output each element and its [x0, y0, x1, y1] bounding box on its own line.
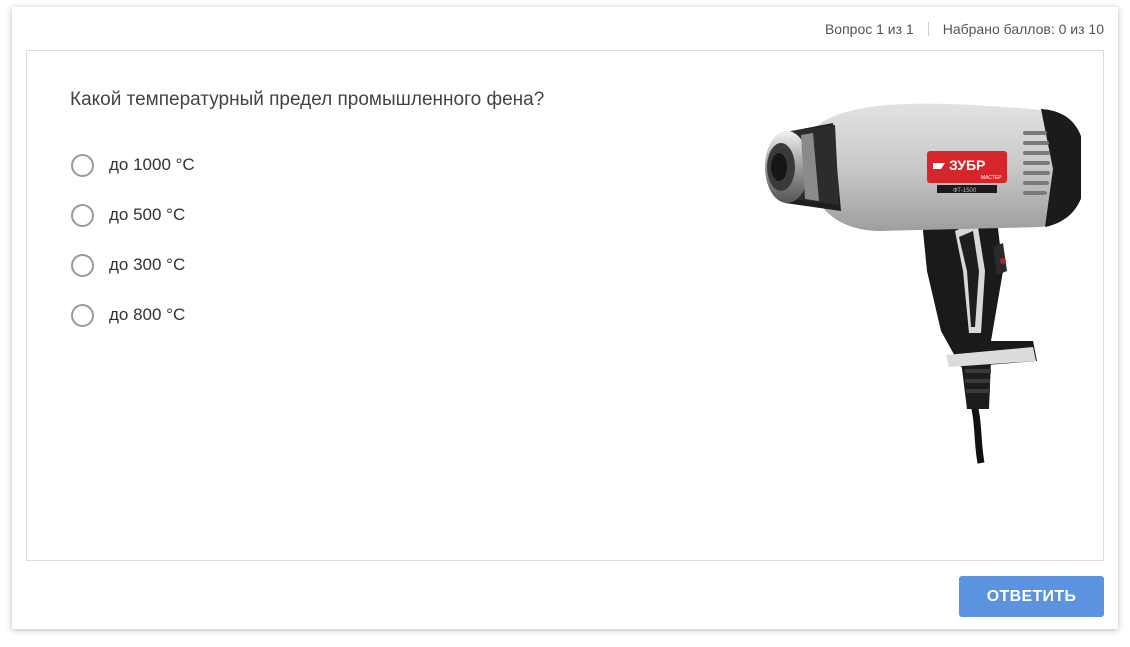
question-counter: Вопрос 1 из 1: [824, 21, 914, 37]
svg-text:МАСТЕР: МАСТЕР: [981, 175, 1002, 181]
radio-button[interactable]: [71, 153, 94, 177]
answer-option[interactable]: до 500 °C: [71, 201, 195, 229]
answer-option[interactable]: до 300 °C: [71, 251, 195, 279]
score-label: Набрано баллов: 0 из 10: [942, 21, 1104, 37]
radio-button[interactable]: [71, 253, 94, 277]
radio-button[interactable]: [71, 203, 94, 227]
answer-list: до 1000 °C до 500 °C до 300 °C до 800 °C: [71, 151, 195, 351]
question-text: Какой температурный предел промышленного…: [70, 89, 545, 110]
answer-label: до 500 °C: [109, 205, 186, 224]
radio-button[interactable]: [71, 303, 94, 327]
answer-label: до 800 °C: [109, 305, 186, 324]
quiz-status-bar: Вопрос 1 из 1 Набрано баллов: 0 из 10: [825, 19, 1104, 39]
quiz-card: Вопрос 1 из 1 Набрано баллов: 0 из 10 Ка…: [12, 7, 1118, 629]
submit-answer-button[interactable]: ОТВЕТИТЬ: [959, 576, 1104, 617]
answer-label: до 300 °C: [109, 255, 186, 274]
status-divider: [927, 22, 929, 36]
answer-option[interactable]: до 800 °C: [71, 301, 195, 329]
heat-gun-image: ЗУБР МАСТЕР ФТ-1500: [765, 103, 1081, 464]
svg-text:ФТ-1500: ФТ-1500: [953, 188, 977, 194]
svg-text:ЗУБР: ЗУБР: [949, 157, 985, 173]
answer-label: до 1000 °C: [109, 155, 195, 174]
question-panel: Какой температурный предел промышленного…: [26, 50, 1104, 561]
answer-option[interactable]: до 1000 °C: [71, 151, 195, 179]
